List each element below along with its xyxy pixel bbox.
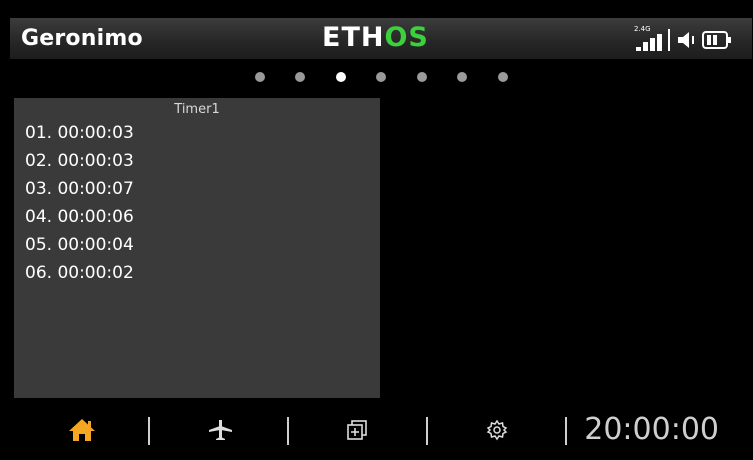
signal-strength-icon xyxy=(636,34,664,51)
ethos-logo: ETHOS xyxy=(322,22,429,53)
screen: Geronimo ETHOS 2.4G Timer1 01. 00:00:03 … xyxy=(0,0,753,460)
timer-widget[interactable]: Timer1 01. 00:00:03 02. 00:00:03 03. 00:… xyxy=(14,98,380,398)
page-dot[interactable] xyxy=(255,72,265,82)
status-divider xyxy=(668,29,670,51)
settings-icon[interactable] xyxy=(482,415,512,445)
page-dot[interactable] xyxy=(417,72,427,82)
page-indicator[interactable] xyxy=(250,72,520,86)
logo-text-os: OS xyxy=(384,22,429,53)
footer-divider xyxy=(287,417,289,445)
footer-divider xyxy=(426,417,428,445)
footer-divider xyxy=(565,417,567,445)
model-name[interactable]: Geronimo xyxy=(21,26,143,51)
system-icon[interactable] xyxy=(343,415,373,445)
list-item: 06. 00:00:02 xyxy=(25,263,134,283)
top-bar: Geronimo ETHOS 2.4G xyxy=(10,18,752,59)
speaker-icon[interactable] xyxy=(676,31,696,49)
airplane-icon[interactable] xyxy=(205,415,235,445)
system-clock: 20:00:00 xyxy=(584,412,719,447)
list-item: 01. 00:00:03 xyxy=(25,123,134,143)
page-dot[interactable] xyxy=(457,72,467,82)
status-icons: 2.4G xyxy=(634,25,742,51)
footer-divider xyxy=(148,417,150,445)
list-item: 02. 00:00:03 xyxy=(25,151,134,171)
page-dot-active[interactable] xyxy=(336,72,346,82)
page-dot[interactable] xyxy=(498,72,508,82)
logo-text-eth: ETH xyxy=(322,22,385,53)
bottom-bar: 20:00:00 xyxy=(0,405,753,460)
list-item: 05. 00:00:04 xyxy=(25,235,134,255)
lap-list: 01. 00:00:03 02. 00:00:03 03. 00:00:07 0… xyxy=(25,122,134,290)
page-dot[interactable] xyxy=(295,72,305,82)
list-item: 04. 00:00:06 xyxy=(25,207,134,227)
home-icon[interactable] xyxy=(67,415,97,445)
rf-band-label: 2.4G xyxy=(634,25,651,33)
widget-title: Timer1 xyxy=(174,102,220,117)
list-item: 03. 00:00:07 xyxy=(25,179,134,199)
page-dot[interactable] xyxy=(376,72,386,82)
battery-icon xyxy=(702,31,731,49)
